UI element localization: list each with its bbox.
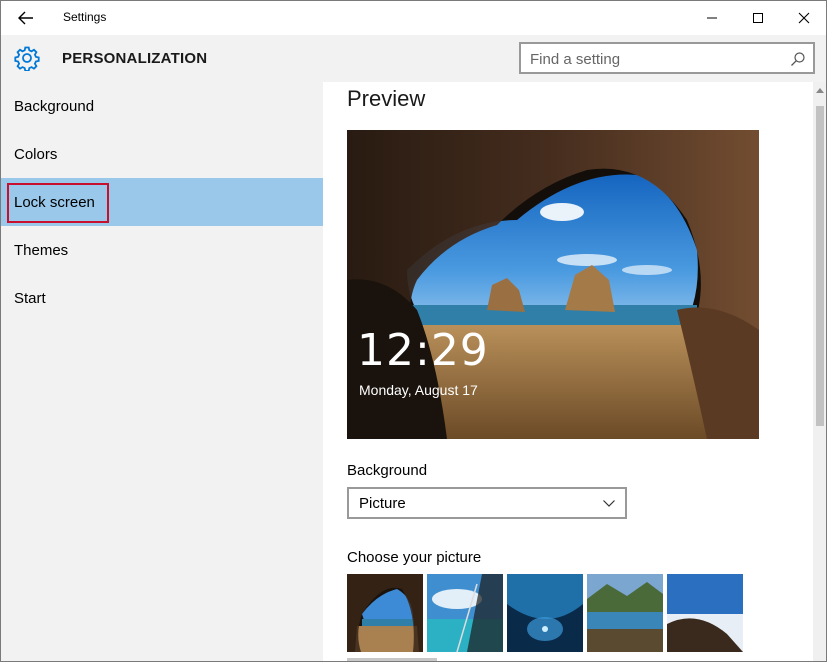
scroll-thumb[interactable] — [816, 106, 824, 426]
settings-window: Settings PERSONALIZATION Find a setting … — [0, 0, 827, 662]
sidebar-item-colors[interactable]: Colors — [1, 130, 323, 178]
background-dropdown[interactable]: Picture — [347, 487, 627, 519]
search-box[interactable] — [519, 42, 815, 74]
title-bar: Settings — [1, 1, 826, 35]
chevron-up-icon — [815, 88, 824, 93]
picture-thumbnail[interactable] — [667, 574, 743, 652]
vertical-scrollbar[interactable] — [813, 82, 826, 661]
page-header: PERSONALIZATION — [1, 35, 826, 82]
sidebar-item-label: Colors — [14, 146, 58, 163]
sidebar-item-label: Background — [14, 98, 95, 115]
maximize-icon — [753, 13, 763, 23]
sidebar-item-start[interactable]: Start — [1, 274, 323, 322]
close-icon — [798, 12, 810, 24]
close-button[interactable] — [781, 1, 826, 35]
chevron-down-icon — [603, 500, 615, 507]
window-title: Settings — [63, 10, 107, 24]
main-content: Preview 12:29 Monday, August 17 Backgrou… — [323, 82, 826, 661]
sidebar-item-label: Start — [14, 290, 46, 307]
picture-thumbnail[interactable] — [427, 574, 503, 652]
search-input[interactable] — [530, 49, 780, 69]
sidebar-item-background[interactable]: Background — [1, 82, 323, 130]
background-dropdown-value: Picture — [359, 495, 406, 512]
back-arrow-icon — [18, 11, 33, 25]
lock-screen-preview: 12:29 Monday, August 17 — [347, 130, 759, 439]
section-title: PERSONALIZATION — [62, 50, 208, 67]
search-icon[interactable] — [790, 51, 806, 67]
minimize-icon — [707, 17, 717, 19]
picture-thumbnail[interactable] — [347, 574, 423, 652]
minimize-button[interactable] — [689, 1, 735, 35]
sidebar-item-themes[interactable]: Themes — [1, 226, 323, 274]
picture-thumbnail[interactable] — [507, 574, 583, 652]
choose-picture-label: Choose your picture — [347, 549, 482, 566]
back-button[interactable] — [9, 3, 43, 33]
gear-icon — [14, 46, 40, 71]
preview-heading: Preview — [347, 86, 426, 111]
sidebar-item-label: Themes — [14, 242, 69, 259]
thumbnail-scroll-indicator — [347, 658, 437, 661]
preview-date: Monday, August 17 — [359, 382, 478, 398]
picture-thumbnail[interactable] — [587, 574, 663, 652]
scroll-up-button[interactable] — [813, 82, 826, 98]
maximize-button[interactable] — [735, 1, 781, 35]
background-label: Background — [347, 462, 428, 479]
sidebar-item-label: Lock screen — [14, 194, 95, 211]
sidebar-item-lock-screen[interactable]: Lock screen — [1, 178, 323, 226]
preview-clock: 12:29 — [357, 325, 489, 376]
picture-thumbnails — [347, 574, 747, 652]
sidebar: Background Colors Lock screen Themes Sta… — [1, 82, 323, 661]
